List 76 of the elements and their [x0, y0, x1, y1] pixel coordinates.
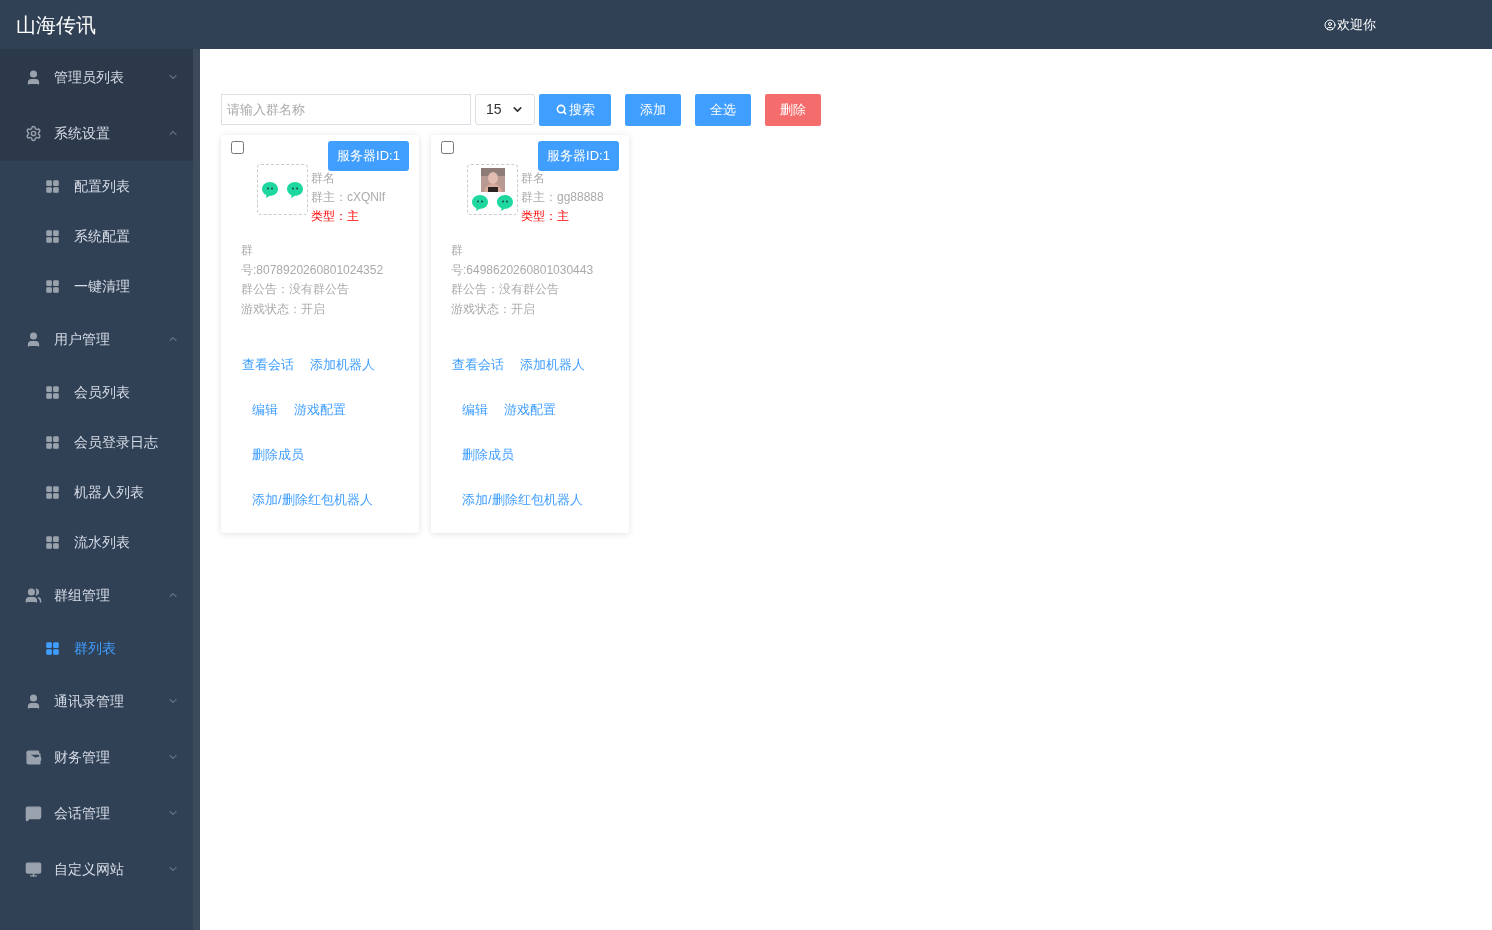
group-owner: 群主：gg88888 — [521, 189, 604, 206]
game-status: 游戏状态：开启 — [451, 300, 536, 318]
group-name: 群名 — [311, 170, 336, 187]
grid-icon — [45, 228, 60, 244]
grid-icon — [45, 484, 60, 500]
sidebar-menu-item[interactable]: 会话管理 — [0, 785, 193, 841]
menu-label: 管理员列表 — [54, 67, 125, 87]
sidebar-menu-item[interactable]: 群组管理 — [0, 567, 193, 623]
person-icon — [25, 68, 42, 86]
menu-label: 群列表 — [74, 638, 116, 658]
menu-label: 会员列表 — [74, 382, 130, 402]
group-type: 类型：主 — [311, 208, 360, 225]
person-icon — [25, 330, 42, 348]
person-icon — [25, 692, 42, 710]
group-number-label: 群 — [451, 242, 464, 259]
grid-icon — [45, 178, 60, 194]
group-type: 类型：主 — [521, 208, 570, 225]
menu-label: 系统配置 — [74, 226, 130, 246]
page-size-select[interactable]: 15 — [475, 94, 535, 125]
menu-label: 配置列表 — [74, 176, 130, 196]
chat-bubble-icon — [471, 193, 489, 212]
chat-bubble-icon — [286, 180, 304, 199]
menu-label: 流水列表 — [74, 532, 130, 552]
sidebar-submenu-item[interactable]: 会员登录日志 — [0, 417, 193, 467]
monitor-icon — [25, 860, 42, 878]
group-name: 群名 — [521, 170, 546, 187]
wallet-icon — [25, 748, 42, 766]
sidebar-submenu-item[interactable]: 群列表 — [0, 623, 193, 673]
welcome-text[interactable]: 欢迎你 — [1337, 14, 1376, 35]
grid-icon — [45, 384, 60, 400]
menu-label: 群组管理 — [54, 585, 111, 605]
sidebar-menu-item[interactable]: 自定义网站 — [0, 841, 193, 897]
gear-icon — [25, 124, 42, 142]
server-badge: 服务器ID:1 — [538, 141, 619, 171]
app-title: 山海传讯 — [16, 12, 96, 38]
menu-label: 会话管理 — [54, 803, 111, 823]
sidebar-submenu-item[interactable]: 机器人列表 — [0, 467, 193, 517]
menu-label: 通讯录管理 — [54, 691, 125, 711]
server-badge: 服务器ID:1 — [328, 141, 409, 171]
sidebar-menu-item[interactable]: 用户管理 — [0, 311, 193, 367]
menu-label: 财务管理 — [54, 747, 111, 767]
group-number: 号:6498620260801030443 — [451, 261, 595, 279]
card-checkbox[interactable] — [441, 141, 454, 154]
sidebar-menu-item[interactable]: 通讯录管理 — [0, 673, 193, 729]
group-number: 号:8078920260801024352 — [241, 261, 385, 279]
group-notice: 群公告：没有群公告 — [241, 281, 350, 298]
group-owner: 群主：cXQNlf — [311, 189, 385, 206]
grid-icon — [45, 640, 60, 656]
menu-label: 会员登录日志 — [74, 432, 158, 452]
grid-icon — [45, 278, 60, 294]
chat-bubble-icon — [261, 180, 279, 199]
menu-label: 系统设置 — [54, 123, 111, 143]
sidebar-menu-item[interactable]: 管理员列表 — [0, 49, 193, 105]
chat-bubble-icon — [496, 193, 514, 212]
menu-label: 自定义网站 — [54, 859, 125, 879]
sidebar-submenu-item[interactable]: 一键清理 — [0, 261, 193, 311]
grid-icon — [45, 534, 60, 550]
menu-label: 用户管理 — [54, 329, 111, 349]
sidebar-submenu-item[interactable]: 配置列表 — [0, 161, 193, 211]
game-status: 游戏状态：开启 — [241, 300, 326, 318]
user-icon — [1324, 18, 1336, 31]
sidebar-submenu-item[interactable]: 流水列表 — [0, 517, 193, 567]
group-number-label: 群 — [241, 242, 254, 259]
menu-label: 一键清理 — [74, 276, 130, 296]
sidebar-menu-item[interactable]: 系统设置 — [0, 105, 193, 161]
sidebar-menu-item[interactable]: 财务管理 — [0, 729, 193, 785]
sidebar-submenu-item[interactable]: 系统配置 — [0, 211, 193, 261]
card-checkbox[interactable] — [231, 141, 244, 154]
chat-icon — [25, 804, 42, 822]
search-field[interactable]: 请输入群名称 — [221, 94, 471, 125]
people-icon — [25, 586, 42, 604]
group-notice: 群公告：没有群公告 — [451, 281, 560, 298]
grid-icon — [45, 434, 60, 450]
menu-label: 机器人列表 — [74, 482, 144, 502]
sidebar-submenu-item[interactable]: 会员列表 — [0, 367, 193, 417]
search-icon — [555, 104, 567, 115]
